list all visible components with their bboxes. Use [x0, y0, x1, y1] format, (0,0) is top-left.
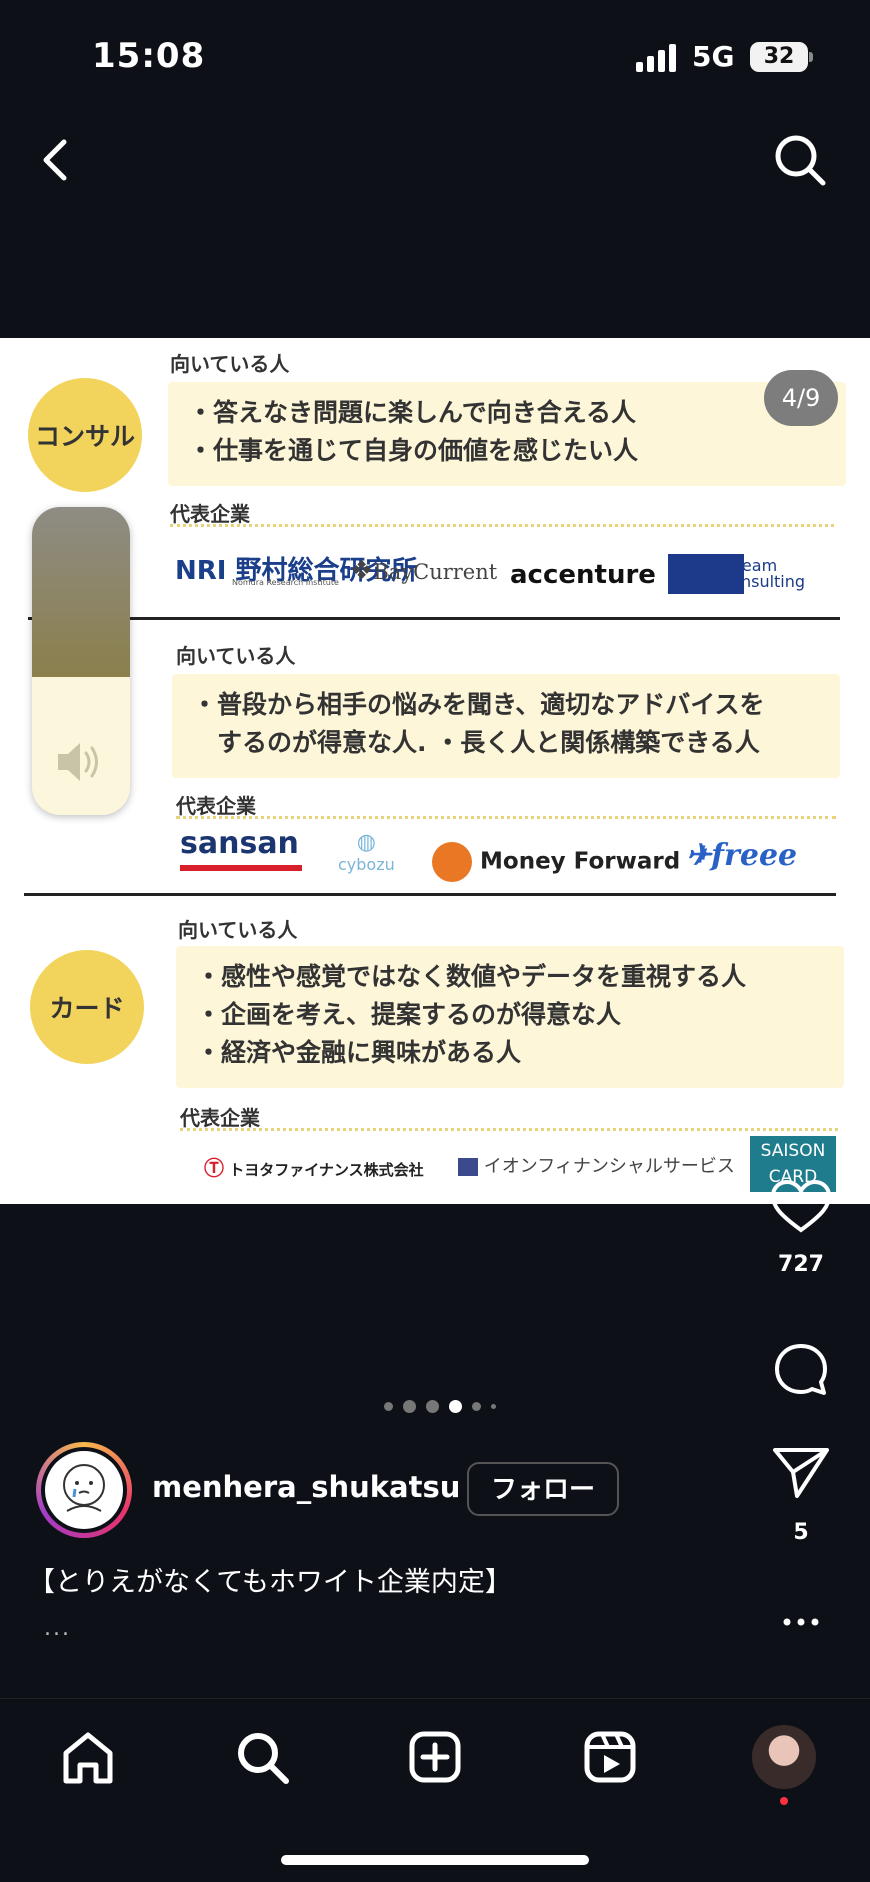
logo-abeam: ABeam Consulting — [668, 554, 840, 594]
companies-heading: 代表企業 — [176, 794, 256, 818]
suited-line: ・企画を考え、提案するのが得意な人 — [196, 1000, 622, 1029]
carousel-dot — [491, 1403, 496, 1409]
dotted-divider — [176, 816, 836, 819]
volume-slider[interactable] — [32, 507, 130, 815]
search-nav-icon[interactable] — [232, 1727, 292, 1787]
status-time: 15:08 — [92, 36, 206, 76]
author-row: menhera_shukatsu フォロー — [36, 1442, 636, 1538]
battery-tip — [809, 52, 813, 62]
carousel-dot — [449, 1399, 462, 1413]
section-card: カード 向いている人 ・感性や感覚ではなく数値やデータを重視する人 ・企画を考え… — [0, 896, 870, 1204]
create-post-icon[interactable] — [405, 1727, 465, 1787]
share-count: 5 — [793, 1520, 809, 1545]
username[interactable]: menhera_shukatsu — [152, 1470, 460, 1504]
status-bar: 15:08 5G 32 — [0, 0, 870, 110]
logo-toyota-finance: Ⓣ トヨタファイナンス株式会社 — [204, 1156, 424, 1180]
suited-heading: 向いている人 — [176, 644, 296, 668]
profile-avatar[interactable] — [752, 1725, 816, 1789]
dotted-divider — [180, 1128, 838, 1131]
caption-more[interactable]: ... — [44, 1616, 71, 1641]
logo-moneyforward: Money Forward — [432, 842, 680, 882]
comment-icon[interactable] — [771, 1340, 831, 1400]
back-icon[interactable] — [32, 132, 82, 188]
carousel-dot — [426, 1399, 439, 1413]
reels-icon[interactable] — [580, 1727, 640, 1787]
dotted-divider — [170, 524, 834, 527]
carousel-dot — [384, 1401, 393, 1411]
avatar[interactable] — [36, 1442, 132, 1538]
companies-heading: 代表企業 — [170, 502, 250, 526]
heart-icon[interactable] — [769, 1178, 833, 1234]
logo-sansan: sansan — [180, 826, 302, 871]
suited-line: ・答えなき問題に楽しんで向き合える人 — [188, 398, 637, 427]
signal-icon — [636, 44, 676, 72]
notification-dot — [780, 1797, 788, 1805]
like-action[interactable]: 727 — [760, 1178, 842, 1277]
logo-accenture: accenture — [510, 560, 656, 590]
search-icon[interactable] — [770, 130, 830, 190]
logo-baycurrent: ❖BayCurrent — [350, 556, 498, 586]
logo-cybozu: ◍ cybozu — [338, 830, 395, 874]
suited-box: ・答えなき問題に楽しんで向き合える人 ・仕事を通じて自身の価値を感じたい人 — [168, 382, 846, 486]
suited-heading: 向いている人 — [170, 352, 290, 376]
section-it: 向いている人 ・普段から相手の悩みを聞き、適切なアドバイスを するのが得意な人.… — [0, 620, 870, 888]
page-indicator-badge: 4/9 — [764, 370, 838, 426]
companies-heading: 代表企業 — [180, 1106, 260, 1130]
follow-button[interactable]: フォロー — [467, 1462, 619, 1516]
network-label: 5G — [692, 40, 735, 73]
carousel-dot — [403, 1399, 416, 1413]
home-indicator — [281, 1855, 589, 1865]
volume-track-empty — [32, 507, 130, 677]
comment-action[interactable] — [760, 1340, 842, 1404]
speaker-icon — [58, 743, 98, 781]
suited-line: ・感性や感覚ではなく数値やデータを重視する人 — [196, 962, 747, 991]
carousel-dot — [472, 1401, 481, 1411]
bottom-nav — [0, 1698, 870, 1882]
post-caption[interactable]: 【とりえがなくてもホワイト企業内定】 — [28, 1560, 512, 1599]
suited-line: ・経済や金融に興味がある人 — [196, 1038, 522, 1067]
battery-icon: 32 — [750, 42, 808, 72]
top-nav — [0, 120, 870, 200]
suited-line: ・普段から相手の悩みを聞き、適切なアドバイスを — [192, 690, 765, 719]
character-icon — [63, 1464, 105, 1512]
section-consulting: コンサル 向いている人 ・答えなき問題に楽しんで向き合える人 ・仕事を通じて自身… — [0, 338, 870, 618]
home-icon[interactable] — [58, 1727, 118, 1787]
carousel-dots — [384, 1398, 504, 1414]
more-options[interactable] — [760, 1612, 842, 1636]
share-action[interactable]: 5 — [760, 1444, 842, 1545]
logo-freee: ✈freee — [686, 838, 798, 873]
category-circle: コンサル — [28, 378, 142, 492]
suited-line: ・仕事を通じて自身の価値を感じたい人 — [188, 436, 639, 465]
suited-heading: 向いている人 — [178, 918, 298, 942]
post-image[interactable]: コンサル 向いている人 ・答えなき問題に楽しんで向き合える人 ・仕事を通じて自身… — [0, 338, 870, 1204]
suited-box: ・普段から相手の悩みを聞き、適切なアドバイスを するのが得意な人. ・長く人と関… — [172, 674, 840, 778]
suited-box: ・感性や感覚ではなく数値やデータを重視する人 ・企画を考え、提案するのが得意な人… — [176, 946, 844, 1088]
suited-line: するのが得意な人. ・長く人と関係構築できる人 — [192, 728, 760, 757]
more-icon[interactable] — [781, 1612, 821, 1632]
logo-nri-sub: Nomura Research Institute — [232, 578, 339, 587]
like-count: 727 — [778, 1252, 824, 1277]
send-icon[interactable] — [771, 1444, 831, 1500]
logo-aeon-financial: イオンフィナンシャルサービス — [458, 1152, 735, 1178]
category-circle: カード — [30, 950, 144, 1064]
